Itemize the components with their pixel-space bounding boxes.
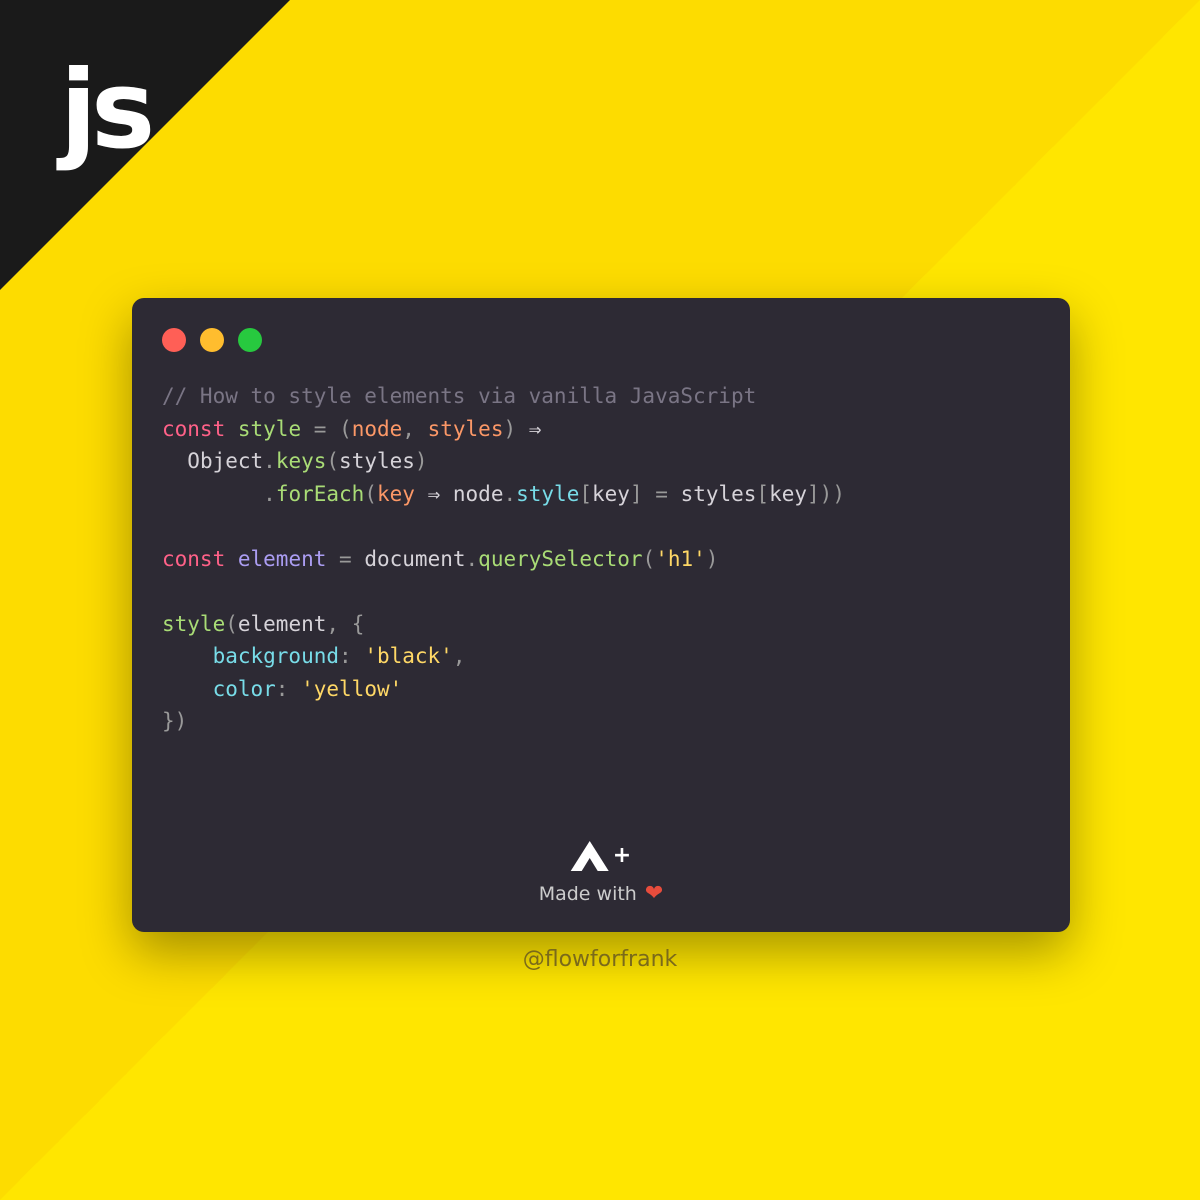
function-call: style bbox=[162, 612, 225, 636]
method: forEach bbox=[276, 482, 365, 506]
close-icon[interactable] bbox=[162, 328, 186, 352]
variable: element bbox=[238, 547, 327, 571]
heart-icon: ❤ bbox=[645, 881, 663, 906]
punct: . bbox=[466, 547, 479, 571]
punct: : bbox=[276, 677, 289, 701]
punct: , bbox=[402, 417, 415, 441]
keyword: const bbox=[162, 417, 225, 441]
string: 'h1' bbox=[655, 547, 706, 571]
code-editor-window: // How to style elements via vanilla Jav… bbox=[132, 298, 1070, 932]
arrow: ⇒ bbox=[428, 482, 441, 506]
aplus-logo: + bbox=[539, 841, 664, 871]
window-controls bbox=[162, 328, 1040, 352]
identifier: node bbox=[453, 482, 504, 506]
string: 'black' bbox=[364, 644, 453, 668]
punct: ] bbox=[807, 482, 820, 506]
code-comment: // How to style elements via vanilla Jav… bbox=[162, 384, 756, 408]
made-with-label: Made with bbox=[539, 883, 637, 905]
minimize-icon[interactable] bbox=[200, 328, 224, 352]
punct: = bbox=[314, 417, 327, 441]
property: background bbox=[213, 644, 339, 668]
param: key bbox=[377, 482, 415, 506]
punct: ) bbox=[832, 482, 845, 506]
punct: . bbox=[263, 482, 276, 506]
punct: : bbox=[339, 644, 352, 668]
made-with-text: Made with ❤ bbox=[539, 881, 664, 906]
js-badge: js bbox=[60, 48, 149, 173]
identifier: key bbox=[592, 482, 630, 506]
param: styles bbox=[428, 417, 504, 441]
punct: ( bbox=[225, 612, 238, 636]
punct: ) bbox=[415, 449, 428, 473]
string: 'yellow' bbox=[301, 677, 402, 701]
punct: ( bbox=[339, 417, 352, 441]
arrow: ⇒ bbox=[529, 417, 542, 441]
plus-icon: + bbox=[613, 845, 631, 867]
identifier: styles bbox=[339, 449, 415, 473]
identifier: key bbox=[769, 482, 807, 506]
maximize-icon[interactable] bbox=[238, 328, 262, 352]
punct: . bbox=[503, 482, 516, 506]
identifier: element bbox=[238, 612, 327, 636]
credit-block: + Made with ❤ bbox=[539, 841, 664, 906]
punct: [ bbox=[756, 482, 769, 506]
punct: , bbox=[453, 644, 466, 668]
param: node bbox=[352, 417, 403, 441]
punct: ) bbox=[706, 547, 719, 571]
punct: }) bbox=[162, 709, 187, 733]
punct: ) bbox=[503, 417, 516, 441]
punct: [ bbox=[579, 482, 592, 506]
punct: , bbox=[326, 612, 339, 636]
punct: ( bbox=[364, 482, 377, 506]
punct: = bbox=[339, 547, 352, 571]
identifier: styles bbox=[681, 482, 757, 506]
a-icon bbox=[571, 841, 609, 871]
function-name: style bbox=[238, 417, 301, 441]
punct: { bbox=[352, 612, 365, 636]
punct: . bbox=[263, 449, 276, 473]
social-handle: @flowforfrank bbox=[523, 947, 678, 972]
property: style bbox=[516, 482, 579, 506]
punct: ( bbox=[643, 547, 656, 571]
identifier: Object bbox=[187, 449, 263, 473]
punct: = bbox=[655, 482, 668, 506]
method: querySelector bbox=[478, 547, 642, 571]
method: keys bbox=[276, 449, 327, 473]
property: color bbox=[213, 677, 276, 701]
keyword: const bbox=[162, 547, 225, 571]
punct: ) bbox=[820, 482, 833, 506]
code-block: // How to style elements via vanilla Jav… bbox=[162, 380, 1040, 738]
punct: ] bbox=[630, 482, 643, 506]
identifier: document bbox=[364, 547, 465, 571]
punct: ( bbox=[326, 449, 339, 473]
